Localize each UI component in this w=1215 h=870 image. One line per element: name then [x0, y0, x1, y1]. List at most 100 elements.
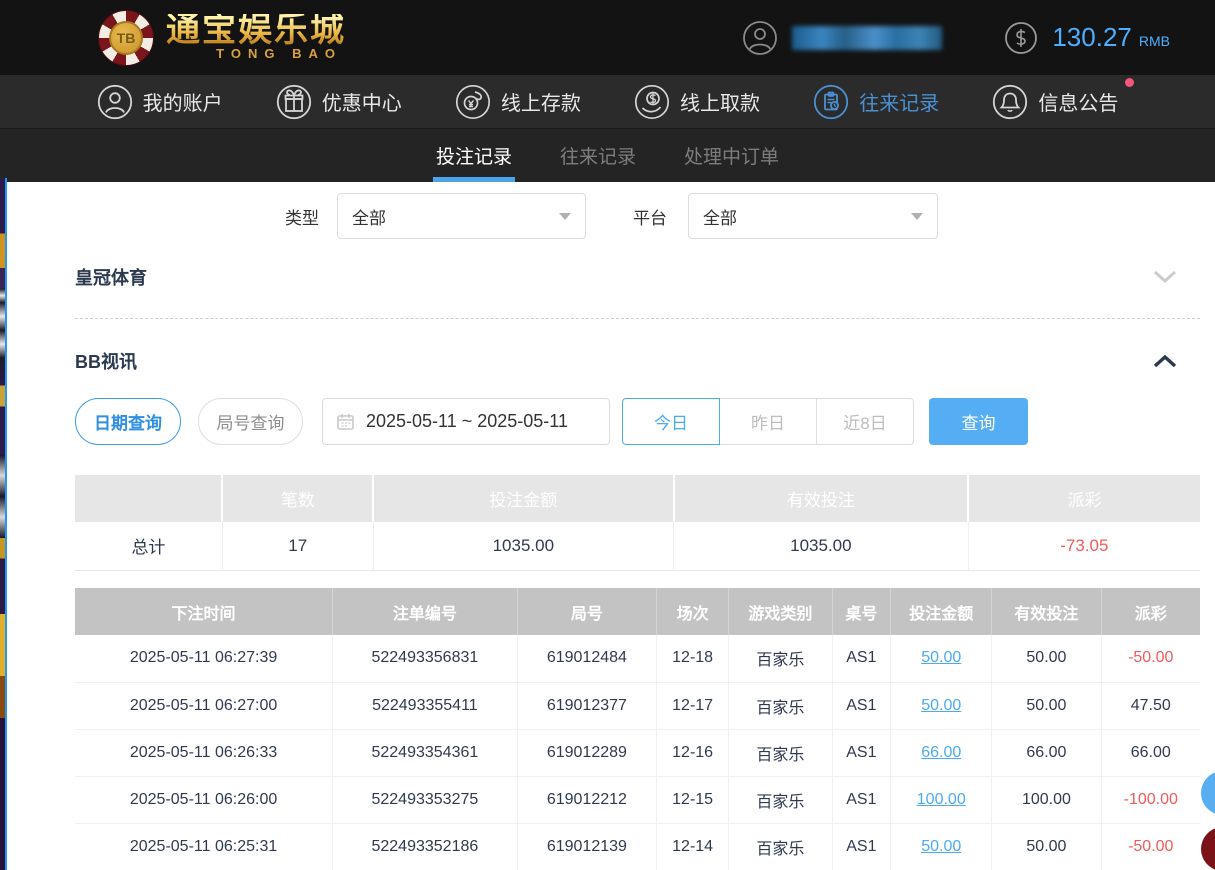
cell-round: 619012139 [517, 823, 657, 870]
gift-icon [276, 84, 312, 120]
nav-item-deposit[interactable]: 线上存款 [455, 84, 581, 120]
nav-item-withdraw[interactable]: 线上取款 [634, 84, 760, 120]
query-controls: 日期查询 局号查询 2025-05-11 ~ 2025-05-11 今日 昨日 … [0, 398, 1215, 446]
cell-valid: 50.00 [992, 635, 1101, 682]
cell-table: AS1 [832, 823, 891, 870]
nav-label: 往来记录 [859, 87, 939, 116]
cell-valid: 66.00 [992, 729, 1101, 776]
nav-item-announcements[interactable]: 信息公告 [992, 84, 1118, 120]
section-bb-live[interactable]: BB视讯 [75, 342, 1200, 380]
col-table-number: 桌号 [832, 588, 891, 635]
cell-time: 2025-05-11 06:26:33 [75, 729, 333, 776]
section-title: 皇冠体育 [75, 264, 147, 290]
chevron-up-icon[interactable] [1152, 353, 1178, 369]
bet-amount-link[interactable]: 66.00 [921, 744, 961, 761]
balance-amount: 130.27 [1052, 22, 1132, 53]
nav-item-my-account[interactable]: 我的账户 [97, 84, 223, 120]
type-select[interactable]: 全部 [337, 193, 586, 239]
cell-game: 百家乐 [729, 635, 833, 682]
col-order-number: 注单编号 [333, 588, 518, 635]
cell-game: 百家乐 [729, 729, 833, 776]
cell-session: 12-15 [657, 776, 729, 823]
site-logo[interactable]: TB 通宝娱乐城 TONG BAO [98, 10, 346, 66]
section-crown-sports[interactable]: 皇冠体育 [75, 258, 1200, 296]
cell-session: 12-18 [657, 635, 729, 682]
cell-table: AS1 [832, 635, 891, 682]
cell-valid: 100.00 [992, 776, 1101, 823]
col-session: 场次 [657, 588, 729, 635]
balance-currency: RMB [1139, 33, 1170, 49]
top-header: TB 通宝娱乐城 TONG BAO 130.27 RMB [0, 0, 1215, 75]
col-bet-amount: 投注金额 [891, 588, 992, 635]
tab-bet-records[interactable]: 投注记录 [434, 129, 514, 182]
cell-table: AS1 [832, 776, 891, 823]
date-range-value: 2025-05-11 ~ 2025-05-11 [366, 411, 568, 432]
table-row: 2025-05-11 06:27:39 522493356831 6190124… [75, 635, 1200, 682]
table-header-row: 下注时间 注单编号 局号 场次 游戏类别 桌号 投注金额 有效投注 派彩 [75, 588, 1200, 635]
cell-order: 522493352186 [333, 823, 518, 870]
search-button[interactable]: 查询 [929, 398, 1028, 445]
chevron-down-icon[interactable] [1152, 269, 1178, 285]
date-range-input[interactable]: 2025-05-11 ~ 2025-05-11 [322, 398, 610, 445]
site-title: 通宝娱乐城 [166, 14, 346, 48]
filter-row: 类型 全部 平台 全部 [0, 192, 1215, 240]
cell-table: AS1 [832, 729, 891, 776]
summary-total-bet: 1035.00 [373, 522, 673, 570]
cell-payout: -100.00 [1101, 776, 1200, 823]
cell-order: 522493355411 [333, 682, 518, 729]
platform-filter-label: 平台 [633, 204, 667, 229]
summary-header-count: 笔数 [222, 475, 373, 522]
section-title: BB视讯 [75, 348, 137, 374]
withdraw-icon [634, 84, 670, 120]
nav-label: 优惠中心 [322, 87, 402, 116]
col-payout: 派彩 [1101, 588, 1200, 635]
tab-pending-orders[interactable]: 处理中订单 [682, 129, 781, 182]
bet-amount-link[interactable]: 50.00 [921, 838, 961, 855]
platform-select-value: 全部 [703, 204, 737, 229]
date-query-button[interactable]: 日期查询 [75, 398, 181, 445]
bet-amount-link[interactable]: 50.00 [921, 697, 961, 714]
cell-session: 12-16 [657, 729, 729, 776]
yesterday-button[interactable]: 昨日 [719, 398, 817, 445]
last-8-days-button[interactable]: 近8日 [816, 398, 914, 445]
notification-dot [1125, 78, 1134, 87]
summary-table: 笔数 投注金额 有效投注 派彩 总计 17 1035.00 1035.00 -7… [75, 475, 1200, 571]
cell-round: 619012377 [517, 682, 657, 729]
bet-amount-link[interactable]: 100.00 [917, 791, 966, 808]
nav-item-records[interactable]: 往来记录 [813, 84, 939, 120]
cell-round: 619012289 [517, 729, 657, 776]
cell-order: 522493354361 [333, 729, 518, 776]
calendar-icon [336, 412, 355, 431]
nav-label: 我的账户 [143, 87, 223, 116]
table-row: 2025-05-11 06:25:31 522493352186 6190121… [75, 823, 1200, 870]
platform-select[interactable]: 全部 [688, 193, 938, 239]
nav-item-promotions[interactable]: 优惠中心 [276, 84, 402, 120]
col-valid-bet: 有效投注 [992, 588, 1101, 635]
background-window-sliver [0, 178, 7, 870]
chevron-down-icon [911, 213, 923, 220]
chevron-down-icon [559, 213, 571, 220]
account-icon [97, 84, 133, 120]
tab-transaction-records[interactable]: 往来记录 [558, 129, 638, 182]
cell-time: 2025-05-11 06:25:31 [75, 823, 333, 870]
table-row: 2025-05-11 06:26:00 522493353275 6190122… [75, 776, 1200, 823]
cell-round: 619012484 [517, 635, 657, 682]
summary-total-label: 总计 [75, 522, 222, 570]
summary-total-payout: -73.05 [968, 522, 1200, 570]
cell-valid: 50.00 [992, 823, 1101, 870]
nav-label: 信息公告 [1038, 87, 1118, 116]
cell-order: 522493353275 [333, 776, 518, 823]
cell-payout: -50.00 [1101, 635, 1200, 682]
cell-round: 619012212 [517, 776, 657, 823]
today-button[interactable]: 今日 [622, 398, 720, 445]
cell-game: 百家乐 [729, 823, 833, 870]
content-area: 类型 全部 平台 全部 皇冠体育 BB视讯 日期查询 局号查询 [0, 182, 1215, 870]
bet-amount-link[interactable]: 50.00 [921, 649, 961, 666]
summary-header-empty [75, 475, 222, 522]
username-redacted[interactable] [792, 26, 942, 50]
round-query-button[interactable]: 局号查询 [198, 398, 303, 445]
dollar-coin-icon [1004, 21, 1038, 55]
table-row: 2025-05-11 06:26:33 522493354361 6190122… [75, 729, 1200, 776]
summary-total-row: 总计 17 1035.00 1035.00 -73.05 [75, 522, 1200, 570]
user-icon[interactable] [742, 20, 778, 56]
